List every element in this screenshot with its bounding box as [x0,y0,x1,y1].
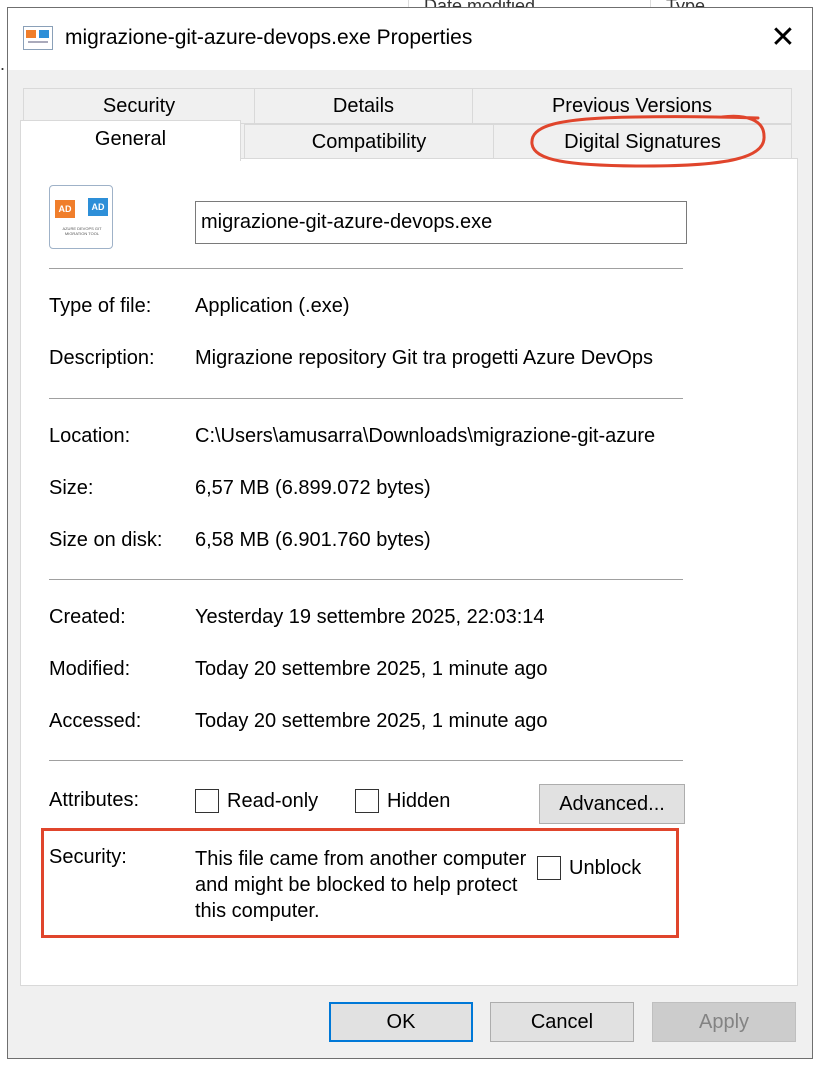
file-name-field[interactable] [195,201,687,244]
size-on-disk-label: Size on disk: [49,529,163,551]
hidden-label: Hidden [387,789,451,812]
created-value: Yesterday 19 settembre 2025, 22:03:14 [195,606,545,628]
hidden-checkbox[interactable]: Hidden [355,789,450,813]
apply-button[interactable]: Apply [652,1002,796,1042]
tab-details[interactable]: Details [254,88,473,124]
accessed-label: Accessed: [49,710,142,732]
divider [49,398,683,399]
size-value: 6,57 MB (6.899.072 bytes) [195,477,431,499]
read-only-checkbox[interactable]: Read-only [195,789,318,813]
modified-value: Today 20 settembre 2025, 1 minute ago [195,658,548,680]
divider [49,579,683,580]
properties-dialog: migrazione-git-azure-devops.exe Properti… [7,7,813,1059]
icon-right-badge: AD [88,198,108,216]
description-value: Migrazione repository Git tra progetti A… [195,347,653,369]
read-only-label: Read-only [227,789,319,812]
title-bar: migrazione-git-azure-devops.exe Properti… [8,8,812,70]
type-of-file-label: Type of file: [49,295,152,317]
divider [49,268,683,269]
tab-previous-versions[interactable]: Previous Versions [472,88,792,124]
read-only-checkbox-box[interactable] [195,789,219,813]
modified-label: Modified: [49,658,131,680]
attributes-label: Attributes: [49,789,140,811]
hidden-checkbox-box[interactable] [355,789,379,813]
icon-caption: AZURE DEVOPS GIT MIGRATION TOOL [62,226,102,236]
tab-security[interactable]: Security [23,88,255,124]
window-title: migrazione-git-azure-devops.exe Properti… [65,26,473,49]
type-of-file-value: Application (.exe) [195,295,350,317]
size-label: Size: [49,477,94,499]
app-title-icon [23,26,53,50]
location-label: Location: [49,425,131,447]
divider [49,760,683,761]
cancel-button[interactable]: Cancel [490,1002,634,1042]
created-label: Created: [49,606,126,628]
security-annotation-rectangle [41,828,679,938]
description-label: Description: [49,347,155,369]
location-value: C:\Users\amusarra\Downloads\migrazione-g… [195,425,656,447]
advanced-button[interactable]: Advanced... [539,784,685,824]
tab-compatibility[interactable]: Compatibility [244,124,494,160]
size-on-disk-value: 6,58 MB (6.901.760 bytes) [195,529,431,551]
tab-general[interactable]: General [20,120,241,161]
close-icon[interactable]: ✕ [768,23,798,54]
accessed-value: Today 20 settembre 2025, 1 minute ago [195,710,548,732]
ok-button[interactable]: OK [329,1002,473,1042]
file-icon: AD AD AZURE DEVOPS GIT MIGRATION TOOL [49,185,113,249]
tab-digital-signatures[interactable]: Digital Signatures [493,124,792,160]
explorer-edge-glyph: . [0,54,6,74]
icon-left-badge: AD [55,200,75,218]
